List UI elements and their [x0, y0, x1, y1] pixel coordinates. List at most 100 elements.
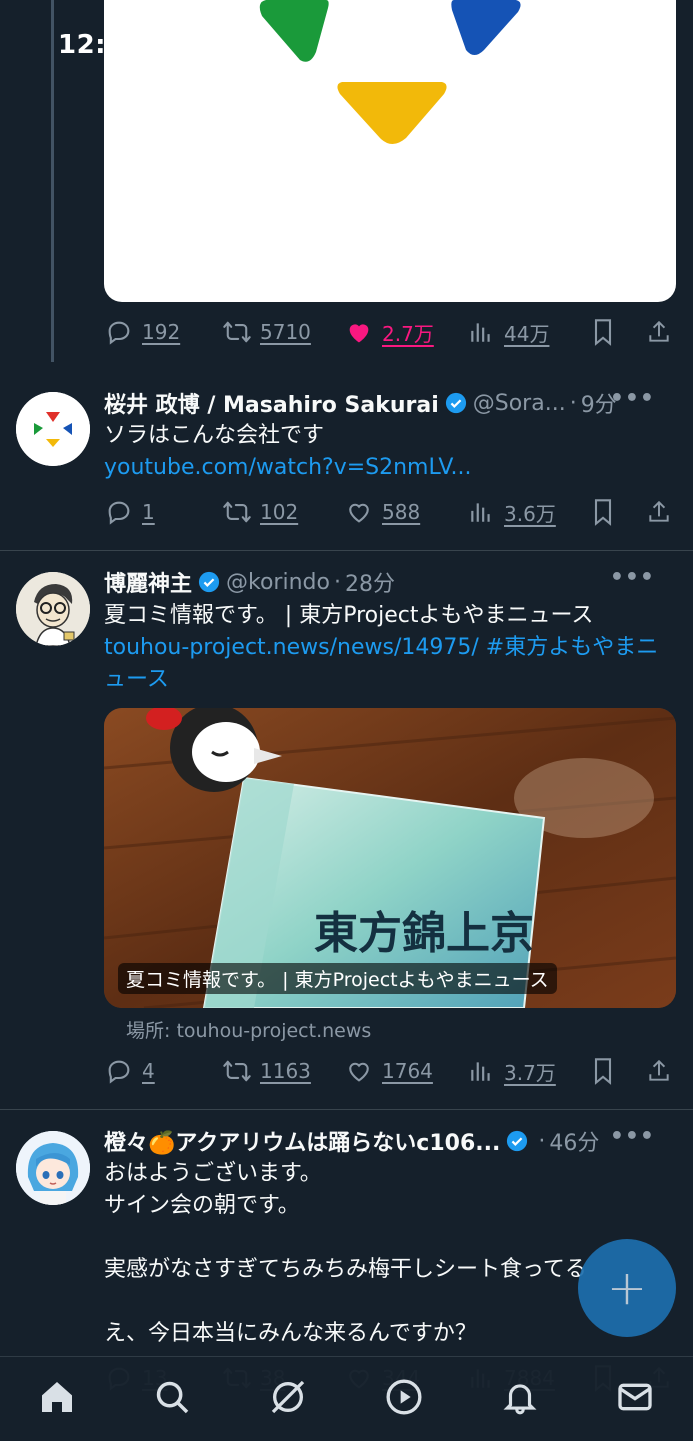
tweet-text-line: おはようございます。: [104, 1161, 322, 1186]
grok-icon[interactable]: [268, 1377, 308, 1417]
timeline-screen: 12:5 192 5710 2.7万 44万 桜井 政博 / Masahiro …: [0, 0, 693, 1441]
views-icon: [466, 317, 496, 347]
views-button[interactable]: 3.6万: [466, 492, 556, 532]
post-actions: 4 1163 1764 3.7万: [104, 1051, 676, 1091]
tweet-header: 橙々🍊アクアリウムは踊らないc106... · 46分 •••: [104, 1124, 673, 1158]
more-options-icon[interactable]: •••: [610, 386, 655, 411]
reply-count: 4: [142, 1059, 155, 1083]
reply-icon: [104, 317, 134, 347]
views-icon: [466, 497, 496, 527]
tweet-text-line: サイン会の朝です。: [104, 1193, 300, 1218]
verified-badge-icon: [506, 1130, 528, 1152]
display-name[interactable]: 橙々🍊アクアリウムは踊らないc106...: [104, 1125, 500, 1157]
sora-logo-icon: [259, 0, 521, 144]
tweet-body: おはようございます。 サイン会の朝です。 実感がなさすぎてちみちみ梅干しシート食…: [104, 1158, 674, 1350]
view-count: 3.7万: [504, 1060, 556, 1085]
tweet-header: 桜井 政博 / Masahiro Sakurai @Sora... · 9分 •…: [104, 386, 673, 420]
thread-connector: [51, 0, 54, 362]
notifications-icon[interactable]: [500, 1377, 540, 1417]
share-icon: [644, 1056, 674, 1086]
bookmark-button[interactable]: [588, 1051, 618, 1091]
link-preview-card[interactable]: 東方錦上京 夏コミ情報です。 | 東方Projectよもやまニュース: [104, 708, 676, 1008]
handle[interactable]: @korindo: [226, 570, 330, 595]
retweet-icon: [222, 317, 252, 347]
timestamp[interactable]: 28分: [345, 566, 395, 598]
like-count: 1764: [382, 1059, 433, 1083]
reply-button[interactable]: 4: [104, 1051, 155, 1091]
retweet-count: 5710: [260, 320, 311, 344]
reply-icon: [104, 1056, 134, 1086]
avatar[interactable]: [16, 572, 90, 646]
share-button[interactable]: [644, 312, 674, 352]
reply-button[interactable]: 1: [104, 492, 155, 532]
retweet-button[interactable]: 5710: [222, 312, 311, 352]
heart-icon: [344, 1056, 374, 1086]
tweet-link[interactable]: touhou-project.news/news/14975/: [104, 635, 479, 660]
avatar-illustration-icon: [16, 572, 90, 646]
handle[interactable]: @Sora...: [473, 391, 566, 416]
separator-dot: ·: [538, 1128, 546, 1154]
bookmark-button[interactable]: [588, 312, 618, 352]
views-button[interactable]: 44万: [466, 312, 549, 352]
like-button[interactable]: 2.7万: [344, 312, 434, 352]
retweet-count: 102: [260, 500, 299, 524]
share-button[interactable]: [644, 492, 674, 532]
retweet-icon: [222, 497, 252, 527]
tweet-header: 博麗神主 @korindo · 28分 •••: [104, 565, 673, 599]
retweet-button[interactable]: 102: [222, 492, 298, 532]
bottom-nav: [0, 1356, 693, 1441]
svg-text:東方錦上京: 東方錦上京: [314, 908, 534, 959]
display-name[interactable]: 桜井 政博 / Masahiro Sakurai: [104, 387, 439, 419]
verified-badge-icon: [445, 392, 467, 414]
retweet-count: 1163: [260, 1059, 311, 1083]
plus-icon: +: [606, 1260, 648, 1316]
display-name[interactable]: 博麗神主: [104, 566, 192, 598]
bookmark-button[interactable]: [588, 492, 618, 532]
view-count: 44万: [504, 321, 550, 346]
bookmark-icon: [588, 497, 618, 527]
status-bar-time: 12:5: [58, 30, 125, 60]
card-source[interactable]: 場所: touhou-project.news: [126, 1016, 371, 1043]
like-button[interactable]: 588: [344, 492, 420, 532]
avatar[interactable]: [16, 392, 90, 466]
more-options-icon[interactable]: •••: [610, 565, 655, 590]
views-button[interactable]: 3.7万: [466, 1051, 556, 1091]
more-options-icon[interactable]: •••: [610, 1124, 655, 1149]
share-button[interactable]: [644, 1051, 674, 1091]
retweet-icon: [222, 1056, 252, 1086]
post-actions: 192 5710 2.7万 44万: [104, 312, 676, 352]
home-icon[interactable]: [37, 1377, 77, 1417]
avatar-illustration-icon: [16, 1131, 90, 1205]
video-icon[interactable]: [384, 1377, 424, 1417]
compose-button[interactable]: +: [578, 1239, 676, 1337]
divider: [0, 550, 693, 551]
heart-filled-icon: [344, 317, 374, 347]
tweet-body: 夏コミ情報です。 | 東方Projectよもやまニュース touhou-proj…: [104, 600, 674, 696]
heart-icon: [344, 497, 374, 527]
card-title: 夏コミ情報です。 | 東方Projectよもやまニュース: [118, 963, 557, 994]
tweet-text: 夏コミ情報です。 | 東方Projectよもやまニュース: [104, 603, 594, 628]
reply-button[interactable]: 192: [104, 312, 180, 352]
reply-icon: [104, 497, 134, 527]
separator-dot: ·: [569, 390, 577, 416]
tweet-link-line: touhou-project.news/news/14975/ #東方よもやまニ…: [104, 632, 674, 696]
avatar[interactable]: [16, 1131, 90, 1205]
sora-logo-icon: [16, 392, 90, 466]
bookmark-icon: [588, 1056, 618, 1086]
separator-dot: ·: [333, 569, 341, 595]
retweet-button[interactable]: 1163: [222, 1051, 311, 1091]
tweet-link[interactable]: youtube.com/watch?v=S2nmLV...: [104, 452, 674, 484]
reply-count: 192: [142, 320, 181, 344]
tweet-text-line: え、今日本当にみんな来るんですか？: [104, 1321, 477, 1346]
share-icon: [644, 317, 674, 347]
post-image[interactable]: [104, 0, 676, 302]
search-icon[interactable]: [152, 1377, 192, 1417]
like-count: 2.7万: [382, 321, 434, 346]
like-count: 588: [382, 500, 421, 524]
divider: [0, 1109, 693, 1110]
timestamp[interactable]: 46分: [549, 1125, 599, 1157]
messages-icon[interactable]: [615, 1377, 655, 1417]
view-count: 3.6万: [504, 501, 556, 526]
like-button[interactable]: 1764: [344, 1051, 433, 1091]
